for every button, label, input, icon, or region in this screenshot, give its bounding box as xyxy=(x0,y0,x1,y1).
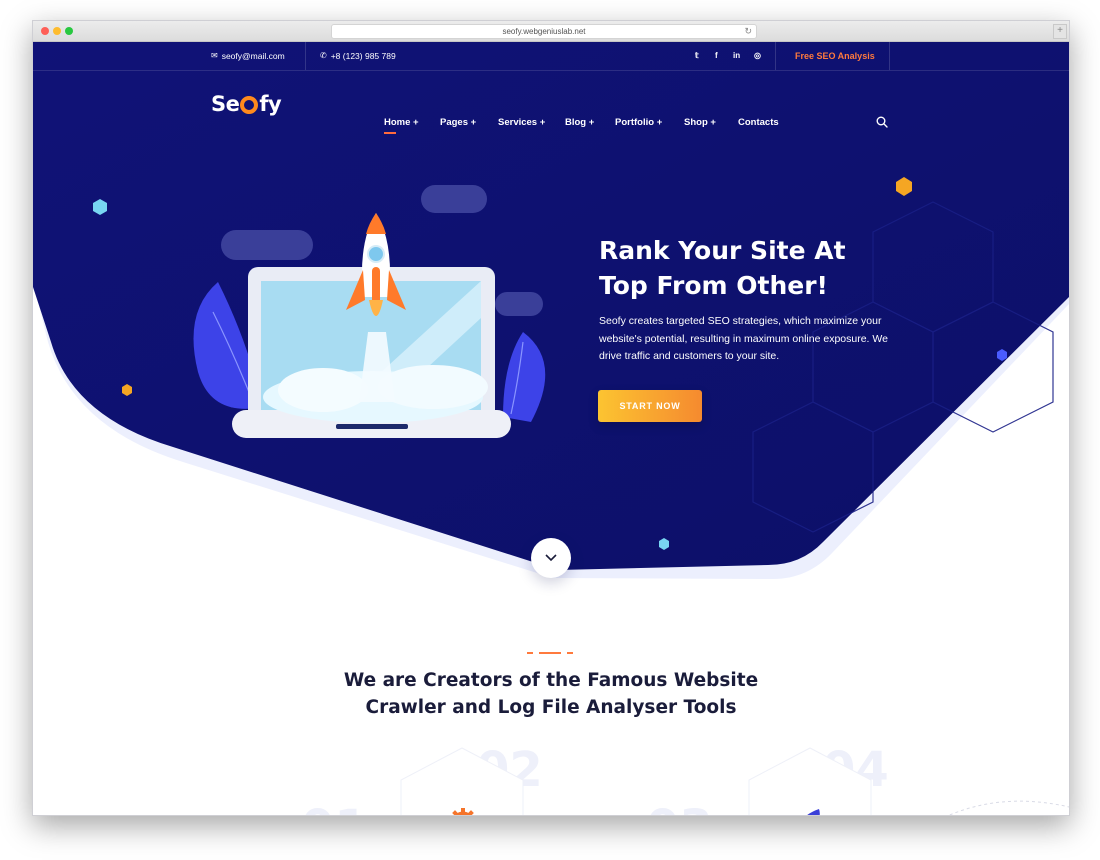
screenshot-stage: seofy.webgeniuslab.net ↻ + ✉ seofy@mail.… xyxy=(0,0,1100,860)
phone-icon: ✆ xyxy=(320,51,327,60)
hero-description: Seofy creates targeted SEO strategies, w… xyxy=(599,315,888,362)
search-icon[interactable] xyxy=(876,116,888,128)
new-tab-button[interactable]: + xyxy=(1053,24,1067,39)
topbar-divider xyxy=(889,42,890,70)
linkedin-icon[interactable]: in xyxy=(733,42,740,70)
hero-title-line1: Rank Your Site At xyxy=(599,236,846,265)
scroll-down-button[interactable] xyxy=(531,538,571,578)
chevron-down-icon xyxy=(545,554,557,562)
cloud-shape xyxy=(421,185,487,213)
browser-chrome: seofy.webgeniuslab.net ↻ + xyxy=(33,21,1069,42)
address-bar-url: seofy.webgeniuslab.net xyxy=(502,27,586,36)
email-link[interactable]: ✉ seofy@mail.com xyxy=(211,42,285,70)
address-bar[interactable]: seofy.webgeniuslab.net ↻ xyxy=(331,24,757,39)
email-text: seofy@mail.com xyxy=(221,51,285,61)
minimize-window-button[interactable] xyxy=(53,27,61,35)
start-now-button[interactable]: START NOW xyxy=(598,390,702,422)
nav-shop[interactable]: Shop + xyxy=(684,117,716,128)
nav-contacts[interactable]: Contacts xyxy=(738,117,779,128)
feature-number: 01 xyxy=(301,800,368,815)
reload-icon[interactable]: ↻ xyxy=(744,25,752,38)
close-window-button[interactable] xyxy=(41,27,49,35)
feature-card-1[interactable] xyxy=(397,746,527,815)
gear-icon xyxy=(452,808,474,815)
section-title-line2: Crawler and Log File Analyser Tools xyxy=(365,697,737,718)
phone-text: +8 (123) 985 789 xyxy=(330,51,396,61)
maximize-window-button[interactable] xyxy=(65,27,73,35)
top-bar: ✉ seofy@mail.com ✆ +8 (123) 985 789 𝕥 f … xyxy=(33,42,1069,71)
feature-card-2[interactable] xyxy=(745,746,875,815)
section-divider xyxy=(527,652,573,654)
decorative-dashed-arc xyxy=(948,800,1069,815)
section-title-line1: We are Creators of the Famous Website xyxy=(343,670,759,691)
nav-pages[interactable]: Pages + xyxy=(440,117,476,128)
feature-number: 03 xyxy=(646,800,713,815)
rocket-icon xyxy=(807,809,820,815)
phone-link[interactable]: ✆ +8 (123) 985 789 xyxy=(320,42,396,70)
section-title: We are Creators of the Famous Website Cr… xyxy=(301,667,801,721)
hero-title: Rank Your Site At Top From Other! xyxy=(599,233,919,303)
browser-window: seofy.webgeniuslab.net ↻ + ✉ seofy@mail.… xyxy=(32,20,1070,816)
nav-home[interactable]: Home + xyxy=(384,117,419,128)
logo-text-end: fy xyxy=(259,92,282,116)
instagram-icon[interactable]: ◎ xyxy=(754,42,761,70)
nav-services[interactable]: Services + xyxy=(498,117,545,128)
envelope-icon: ✉ xyxy=(211,51,218,60)
topbar-divider xyxy=(775,42,776,70)
seofy-logo[interactable]: Se fy xyxy=(211,90,282,118)
topbar-divider xyxy=(305,42,306,70)
nav-portfolio[interactable]: Portfolio + xyxy=(615,117,662,128)
hero-title-line2: Top From Other! xyxy=(599,271,828,300)
twitter-icon[interactable]: 𝕥 xyxy=(695,42,699,70)
nav-active-indicator xyxy=(384,132,396,134)
facebook-icon[interactable]: f xyxy=(715,42,718,70)
nav-blog[interactable]: Blog + xyxy=(565,117,594,128)
logo-text-start: Se xyxy=(211,92,240,116)
hero-background xyxy=(33,42,1069,579)
logo-ring-icon xyxy=(240,96,259,114)
free-seo-analysis-link[interactable]: Free SEO Analysis xyxy=(795,42,875,70)
webpage: ✉ seofy@mail.com ✆ +8 (123) 985 789 𝕥 f … xyxy=(33,42,1069,815)
